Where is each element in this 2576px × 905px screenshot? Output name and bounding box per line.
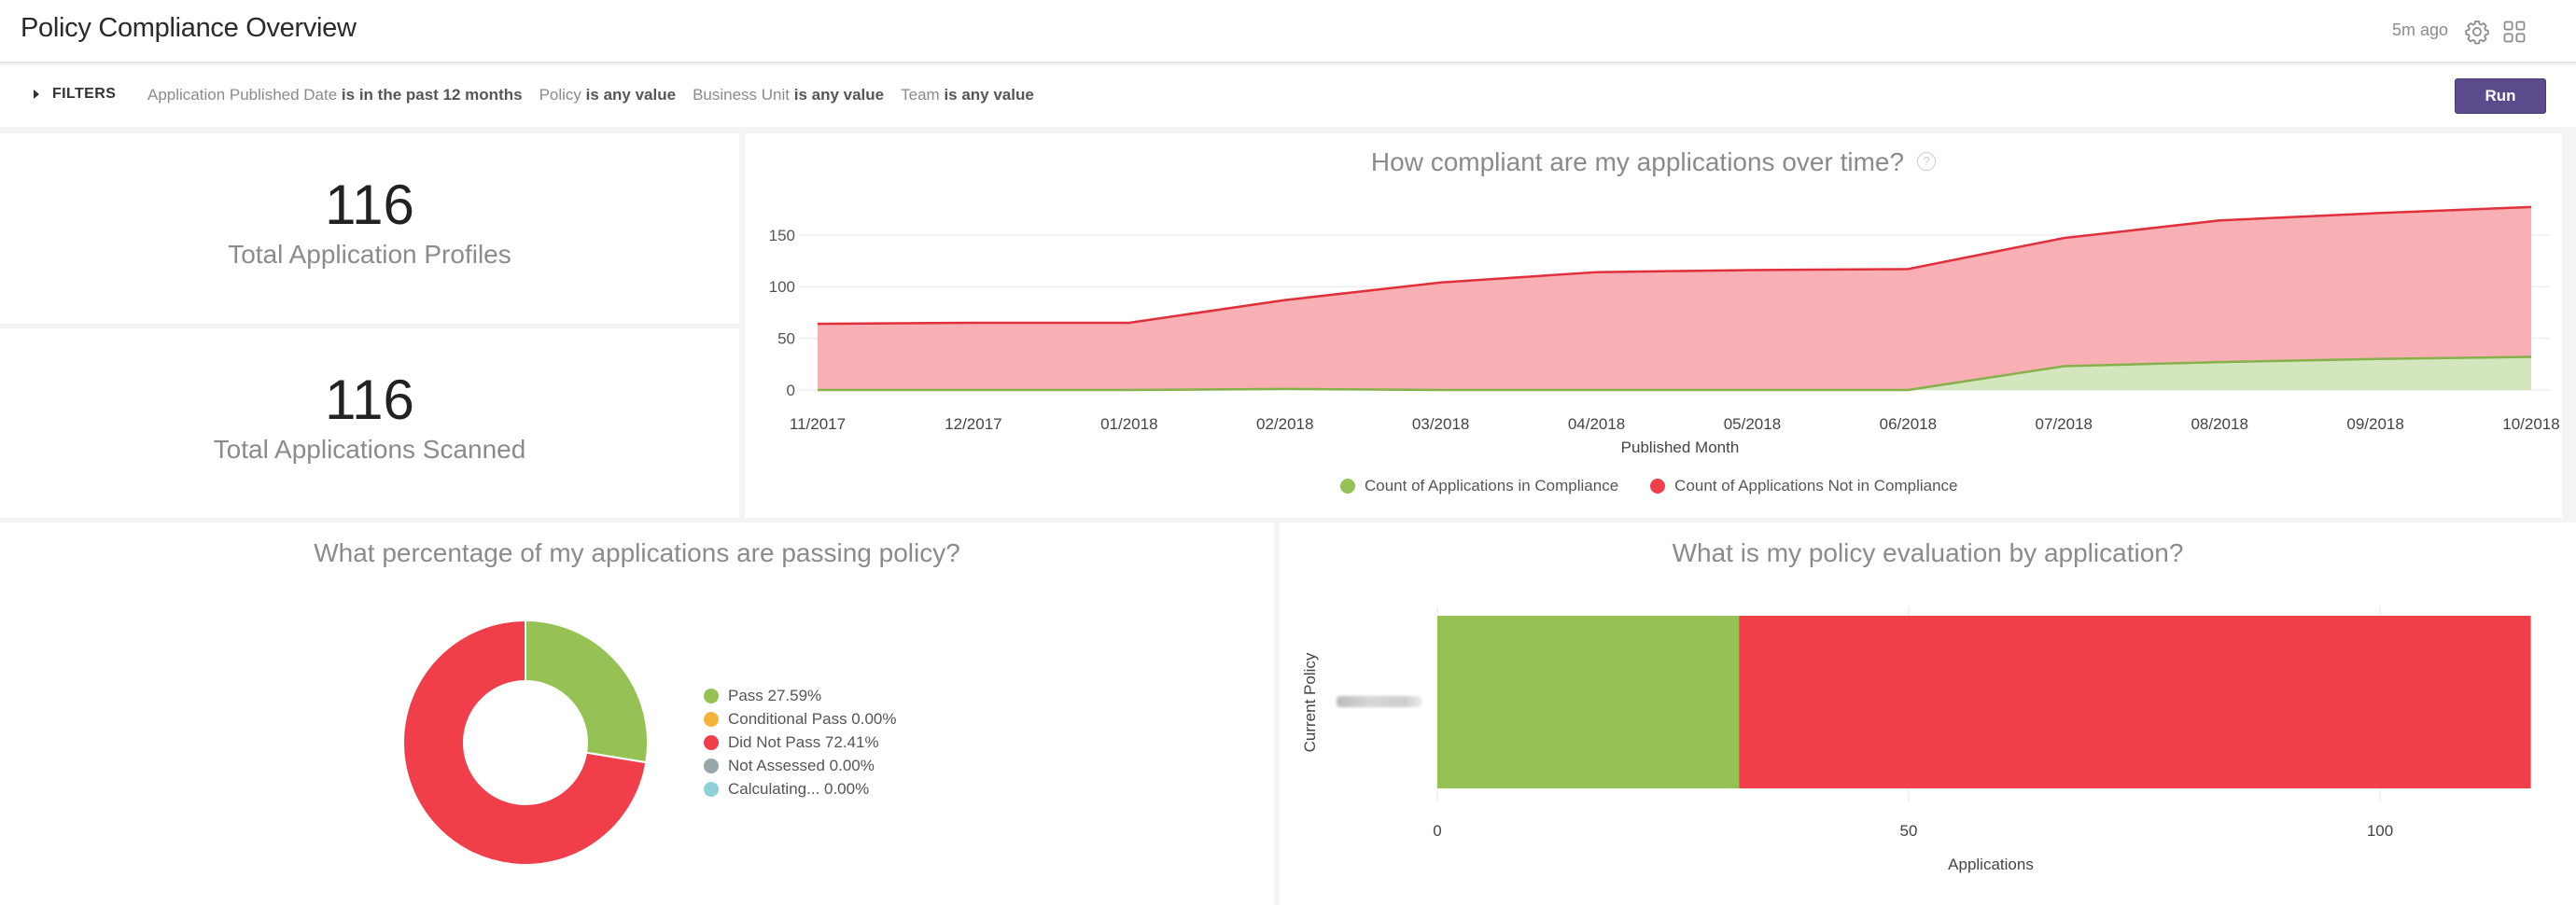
legend-dot [704, 734, 719, 750]
filter-condition: is any value [585, 86, 677, 104]
legend-label: Pass 27.59% [728, 686, 822, 704]
panel-title: What is my policy evaluation by applicat… [1672, 538, 2184, 567]
filter-field: Business Unit [693, 86, 790, 104]
legend-dot [704, 688, 719, 703]
legend-label: Not Assessed 0.00% [728, 756, 875, 774]
donut-legend-item[interactable]: Conditional Pass 0.00% [704, 710, 897, 728]
filter-field: Policy [539, 86, 581, 104]
gear-icon[interactable] [2464, 19, 2490, 45]
legend-dot-red [1650, 479, 1666, 494]
donut-legend-item[interactable]: Calculating... 0.00% [704, 780, 897, 798]
compliance-over-time-panel: How compliant are my applications over t… [745, 133, 2562, 518]
filter-business-unit[interactable]: Business Unit is any value [693, 86, 884, 104]
area-chart-legend: Count of Applications in Compliance Coun… [1340, 477, 1958, 495]
filters-toggle[interactable]: FILTERS [34, 86, 116, 103]
legend-dot [704, 781, 719, 797]
last-updated: 5m ago [2392, 21, 2449, 39]
dashboard-grid-icon[interactable] [2501, 19, 2527, 45]
caret-right-icon [34, 90, 39, 99]
page-title: Policy Compliance Overview [21, 13, 357, 43]
legend-label: Conditional Pass 0.00% [728, 709, 897, 728]
filter-condition: is any value [944, 86, 1034, 104]
donut-legend-item[interactable]: Not Assessed 0.00% [704, 757, 897, 774]
legend-dot [704, 711, 719, 727]
passing-policy-panel: What percentage of my applications are p… [0, 522, 1274, 905]
donut-legend-item[interactable]: Pass 27.59% [704, 687, 897, 704]
filter-field: Team [901, 86, 940, 104]
filter-field: Application Published Date [147, 86, 338, 104]
filter-condition: is in the past 12 months [341, 86, 523, 104]
help-icon[interactable]: ? [1917, 151, 1937, 171]
area-chart-title: How compliant are my applications over t… [1370, 147, 1905, 176]
legend-dot [704, 758, 719, 773]
filter-policy[interactable]: Policy is any value [539, 86, 676, 104]
kpi-card-profiles: 116 Total Application Profiles [0, 133, 739, 324]
panel-title: What percentage of my applications are p… [314, 538, 960, 567]
kpi-value: 116 [325, 369, 414, 431]
page-header: Policy Compliance Overview 5m ago [0, 0, 2576, 63]
filter-condition: is any value [793, 86, 885, 104]
legend-not-in-compliance[interactable]: Count of Applications Not in Compliance [1650, 477, 1958, 495]
redacted-category-label [1337, 696, 1422, 707]
legend-label: Count of Applications in Compliance [1365, 477, 1619, 494]
legend-dot-green [1340, 479, 1355, 494]
filters-label: FILTERS [52, 86, 117, 102]
policy-evaluation-panel: What is my policy evaluation by applicat… [1280, 522, 2576, 905]
kpi-label: Total Application Profiles [228, 240, 511, 269]
donut-legend: Pass 27.59% Conditional Pass 0.00% Did Not… [704, 687, 897, 798]
panel-title: How compliant are my applications over t… [745, 147, 2562, 177]
legend-label: Calculating... 0.00% [728, 779, 870, 798]
kpi-value: 116 [325, 174, 414, 236]
filter-list: Application Published Date is in the pas… [147, 86, 1034, 104]
kpi-label: Total Applications Scanned [213, 435, 526, 464]
filter-bar: FILTERS Application Published Date is in… [0, 65, 2576, 127]
legend-in-compliance[interactable]: Count of Applications in Compliance [1340, 477, 1618, 495]
filter-published-date[interactable]: Application Published Date is in the pas… [147, 86, 523, 104]
kpi-card-scanned: 116 Total Applications Scanned [0, 328, 739, 518]
filter-team[interactable]: Team is any value [901, 86, 1034, 104]
donut-legend-item[interactable]: Did Not Pass 72.41% [704, 733, 897, 751]
run-button[interactable]: Run [2455, 78, 2546, 114]
legend-label: Did Not Pass 72.41% [728, 732, 879, 751]
legend-label: Count of Applications Not in Compliance [1674, 477, 1958, 494]
